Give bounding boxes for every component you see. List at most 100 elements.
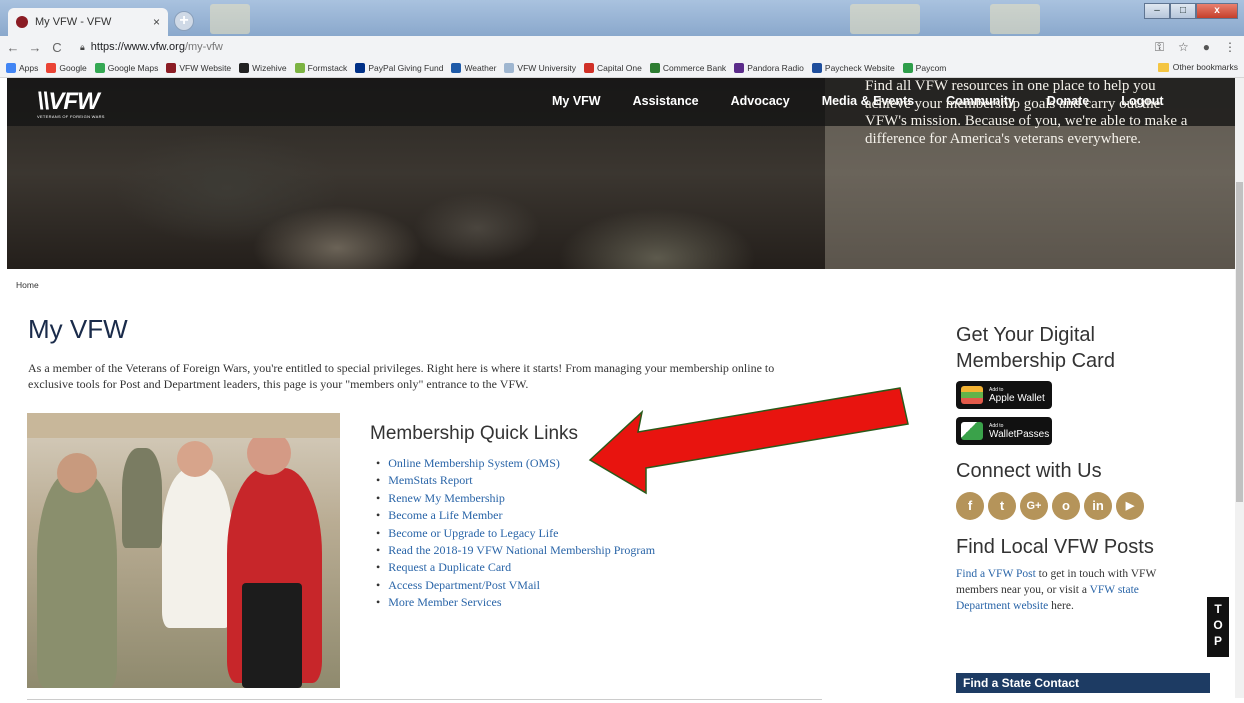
- bookmark-label: Commerce Bank: [662, 62, 727, 73]
- top-letter: T: [1214, 602, 1222, 616]
- bookmark-icon: [649, 62, 660, 73]
- forward-arrow-icon[interactable]: →: [26, 40, 44, 55]
- google-plus-icon[interactable]: G+: [1020, 492, 1048, 520]
- page-scrollbar[interactable]: [1235, 78, 1244, 698]
- bookmark-icon: [734, 62, 745, 73]
- blurred-bg: [210, 4, 250, 34]
- bookmark-item[interactable]: Paycheck Website: [811, 62, 895, 73]
- quick-link-life-member[interactable]: Become a Life Member: [376, 507, 655, 524]
- bookmark-label: Capital One: [596, 62, 642, 73]
- back-to-top-button[interactable]: T O P: [1207, 597, 1229, 657]
- linkedin-icon[interactable]: in: [1084, 492, 1112, 520]
- bookmark-item[interactable]: VFW University: [504, 62, 576, 73]
- twitter-icon[interactable]: t: [988, 492, 1016, 520]
- other-bookmarks[interactable]: Other bookmarks: [1157, 62, 1238, 72]
- window-close-button[interactable]: x: [1196, 3, 1238, 19]
- bookmark-item[interactable]: VFW Website: [166, 62, 232, 73]
- bookmark-icon: [811, 62, 822, 73]
- bookmark-icon: [294, 62, 305, 73]
- instagram-icon[interactable]: o: [1052, 492, 1080, 520]
- star-icon[interactable]: ☆: [1178, 40, 1189, 55]
- tab-close-icon[interactable]: ×: [153, 15, 160, 29]
- nav-assistance[interactable]: Assistance: [633, 94, 699, 108]
- members-photo: [27, 413, 340, 688]
- bookmark-item[interactable]: PayPal Giving Fund: [355, 62, 444, 73]
- new-tab-button[interactable]: +: [174, 11, 194, 31]
- quick-link-more-services[interactable]: More Member Services: [376, 594, 655, 611]
- apple-wallet-label: Apple Wallet: [989, 392, 1045, 404]
- quick-link-vmail[interactable]: Access Department/Post VMail: [376, 577, 655, 594]
- blurred-bg: [990, 4, 1040, 34]
- facebook-icon[interactable]: f: [956, 492, 984, 520]
- url-host: https://www.vfw.org: [90, 41, 185, 53]
- account-icon[interactable]: ●: [1203, 40, 1210, 55]
- bookmark-label: VFW Website: [179, 62, 232, 73]
- bookmark-item[interactable]: Capital One: [583, 62, 642, 73]
- bookmark-item[interactable]: Commerce Bank: [649, 62, 727, 73]
- key-icon[interactable]: ⚿: [1155, 40, 1164, 55]
- bookmark-item[interactable]: Paycom: [902, 62, 947, 73]
- bookmark-icon: [902, 62, 913, 73]
- menu-dots-icon[interactable]: ⋮: [1224, 40, 1236, 55]
- bookmark-label: Weather: [464, 62, 497, 73]
- walletpasses-small: Add to: [989, 422, 1004, 429]
- window-controls: – □ x: [1144, 3, 1238, 19]
- walletpasses-label: WalletPasses: [989, 428, 1050, 440]
- bookmarks-bar: Apps Google Google Maps VFW Website Wizehive…: [0, 58, 1244, 78]
- reload-icon[interactable]: C: [48, 40, 66, 55]
- vfw-favicon-icon: [16, 16, 28, 28]
- bookmark-item[interactable]: Weather: [451, 62, 497, 73]
- find-state-contact-bar[interactable]: Find a State Contact: [956, 673, 1210, 693]
- bookmark-label: Paycom: [915, 62, 947, 73]
- folder-icon: [1157, 62, 1169, 72]
- wallet-icon: [961, 386, 983, 404]
- hero-panel-text: Find all VFW resources in one place to h…: [865, 78, 1188, 147]
- nav-advocacy[interactable]: Advocacy: [731, 94, 790, 108]
- bookmark-item[interactable]: Formstack: [294, 62, 347, 73]
- lock-icon[interactable]: 🔒︎: [80, 42, 85, 53]
- bookmark-item[interactable]: Google: [46, 62, 87, 73]
- bookmark-icon: [166, 62, 177, 73]
- apple-wallet-button[interactable]: Add to Apple Wallet: [956, 381, 1052, 409]
- social-links: f t G+ o in ▶: [956, 492, 1216, 520]
- bookmark-icon: [94, 62, 105, 73]
- page-title: My VFW: [28, 314, 128, 344]
- bookmark-icon: [583, 62, 594, 73]
- bookmark-item[interactable]: Pandora Radio: [734, 62, 804, 73]
- nav-my-vfw[interactable]: My VFW: [552, 94, 601, 108]
- back-arrow-icon[interactable]: ←: [4, 40, 22, 55]
- bookmark-item[interactable]: Wizehive: [239, 62, 287, 73]
- address-bar[interactable]: https://www.vfw.org/my-vfw: [91, 41, 223, 53]
- browser-titlebar: My VFW - VFW × + – □ x: [0, 0, 1244, 36]
- quick-links-title: Membership Quick Links: [370, 423, 579, 444]
- bookmark-label: Paycheck Website: [824, 62, 895, 73]
- find-post-link[interactable]: Find a VFW Post: [956, 568, 1036, 580]
- quick-link-legacy-life[interactable]: Become or Upgrade to Legacy Life: [376, 525, 655, 542]
- bookmark-item[interactable]: Google Maps: [94, 62, 159, 73]
- breadcrumb[interactable]: Home: [16, 280, 39, 290]
- arrow-shape: [588, 387, 909, 495]
- bookmark-item[interactable]: Apps: [6, 62, 39, 73]
- quick-link-membership-program[interactable]: Read the 2018-19 VFW National Membership…: [376, 542, 655, 559]
- local-posts-text: Find a VFW Post to get in touch with VFW…: [956, 566, 1181, 614]
- bookmark-icon: [239, 62, 250, 73]
- local-posts-title: Find Local VFW Posts: [956, 536, 1154, 558]
- scrollbar-thumb[interactable]: [1236, 182, 1243, 502]
- apple-wallet-small: Add to: [989, 386, 1004, 393]
- logo-subtitle: VETERANS OF FOREIGN WARS: [37, 114, 105, 119]
- vfw-logo[interactable]: \\VFW VETERANS OF FOREIGN WARS: [37, 90, 105, 120]
- youtube-icon[interactable]: ▶: [1116, 492, 1144, 520]
- top-letter: O: [1213, 618, 1223, 632]
- walletpasses-button[interactable]: Add to WalletPasses: [956, 417, 1052, 445]
- red-arrow-annotation: [588, 387, 909, 495]
- bookmark-label: Google: [59, 62, 87, 73]
- bookmark-icon: [355, 62, 366, 73]
- bookmark-label: Apps: [19, 62, 39, 73]
- minimize-button[interactable]: –: [1144, 3, 1170, 19]
- digital-card-title: Get Your Digital Membership Card: [956, 324, 1115, 372]
- bookmark-label: Google Maps: [107, 62, 159, 73]
- maximize-button[interactable]: □: [1170, 3, 1196, 19]
- bookmark-label: PayPal Giving Fund: [368, 62, 444, 73]
- quick-link-duplicate-card[interactable]: Request a Duplicate Card: [376, 559, 655, 576]
- browser-tab[interactable]: My VFW - VFW ×: [8, 8, 168, 36]
